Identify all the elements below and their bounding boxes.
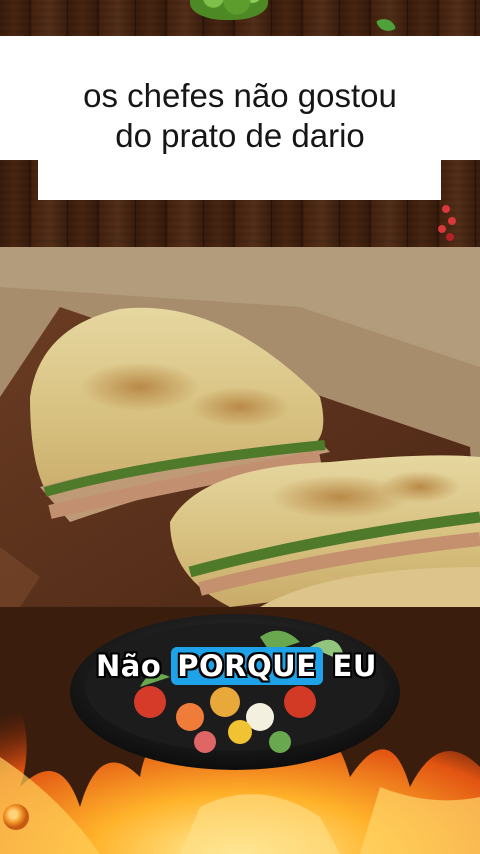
subtitle-caption: Não PORQUE EU [92, 644, 381, 688]
title-line-1: os chefes não gostou [83, 77, 397, 114]
video-frame: os chefes não gostou do prato de dario N… [0, 0, 480, 854]
stuffed-bread-image [0, 247, 480, 607]
caption-word-1: Não [96, 649, 162, 683]
video-title: os chefes não gostou do prato de dario [0, 76, 480, 156]
food-photo [0, 247, 480, 607]
title-card-extension [38, 158, 441, 200]
caption-word-3: EU [332, 649, 377, 683]
berries-icon [434, 205, 460, 245]
caption-word-2-highlighted: PORQUE [171, 647, 323, 685]
title-line-2: do prato de dario [115, 117, 365, 154]
fire-orb-icon [3, 804, 29, 830]
